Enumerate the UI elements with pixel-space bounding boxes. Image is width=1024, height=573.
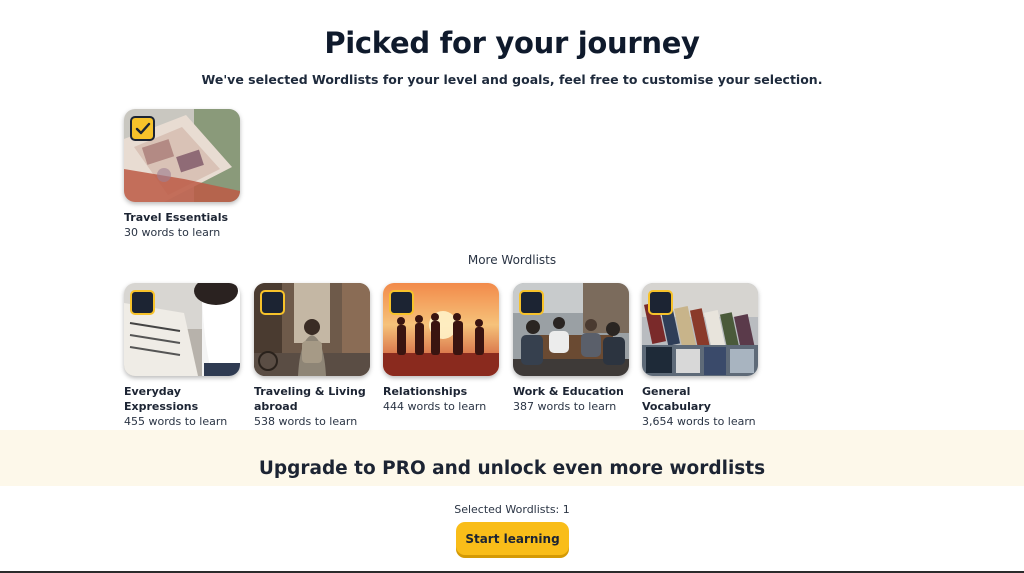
more-wordlists-heading: More Wordlists bbox=[467, 253, 557, 267]
wordlist-card-general-vocabulary[interactable]: General Vocabulary 3,654 words to learn bbox=[642, 283, 758, 429]
traveling-living-abroad-image bbox=[254, 283, 370, 376]
wordlist-count: 387 words to learn bbox=[513, 400, 617, 413]
wordlist-count: 30 words to learn bbox=[124, 226, 221, 239]
wordlist-name: Work & Education bbox=[513, 385, 624, 398]
page-title: Picked for your journey bbox=[324, 26, 700, 60]
traveling-living-abroad-checkbox[interactable] bbox=[260, 290, 285, 315]
everyday-expressions-checkbox[interactable] bbox=[130, 290, 155, 315]
general-vocabulary-image bbox=[642, 283, 758, 376]
wordlist-count: 455 words to learn bbox=[124, 415, 228, 428]
wordlist-card-traveling-living-abroad[interactable]: Traveling & Living abroad 538 words to l… bbox=[254, 283, 370, 429]
work-education-checkbox[interactable] bbox=[519, 290, 544, 315]
wordlist-name: Relationships bbox=[383, 385, 468, 398]
wordlist-name: Travel Essentials bbox=[124, 211, 229, 224]
wordlist-name: Traveling & Living abroad bbox=[254, 385, 366, 413]
wordlist-count: 3,654 words to learn bbox=[642, 415, 756, 428]
wordlist-name: General Vocabulary bbox=[642, 385, 711, 413]
start-learning-button[interactable]: Start learning bbox=[456, 522, 569, 555]
everyday-expressions-image bbox=[124, 283, 240, 376]
work-education-image bbox=[513, 283, 629, 376]
wordlist-card-work-education[interactable]: Work & Education 387 words to learn bbox=[513, 283, 629, 414]
upgrade-banner-text[interactable]: Upgrade to PRO and unlock even more word… bbox=[0, 458, 1024, 479]
general-vocabulary-checkbox[interactable] bbox=[648, 290, 673, 315]
travel-essentials-checkbox[interactable] bbox=[130, 116, 155, 141]
wordlist-picker-page: Picked for your journey We've selected W… bbox=[0, 0, 1024, 573]
page-subtitle: We've selected Wordlists for your level … bbox=[201, 72, 823, 87]
relationships-image bbox=[383, 283, 499, 376]
wordlist-name: Everyday Expressions bbox=[124, 385, 199, 413]
travel-essentials-image bbox=[124, 109, 240, 202]
wordlist-card-travel-essentials[interactable]: Travel Essentials 30 words to learn bbox=[124, 109, 240, 240]
wordlist-card-everyday-expressions[interactable]: Everyday Expressions 455 words to learn bbox=[124, 283, 240, 429]
wordlist-card-relationships[interactable]: Relationships 444 words to learn bbox=[383, 283, 499, 414]
relationships-checkbox[interactable] bbox=[389, 290, 414, 315]
selected-count-text: Selected Wordlists: 1 bbox=[454, 503, 570, 516]
wordlist-count: 444 words to learn bbox=[383, 400, 487, 413]
checkmark-icon bbox=[135, 122, 150, 134]
wordlist-count: 538 words to learn bbox=[254, 415, 358, 428]
